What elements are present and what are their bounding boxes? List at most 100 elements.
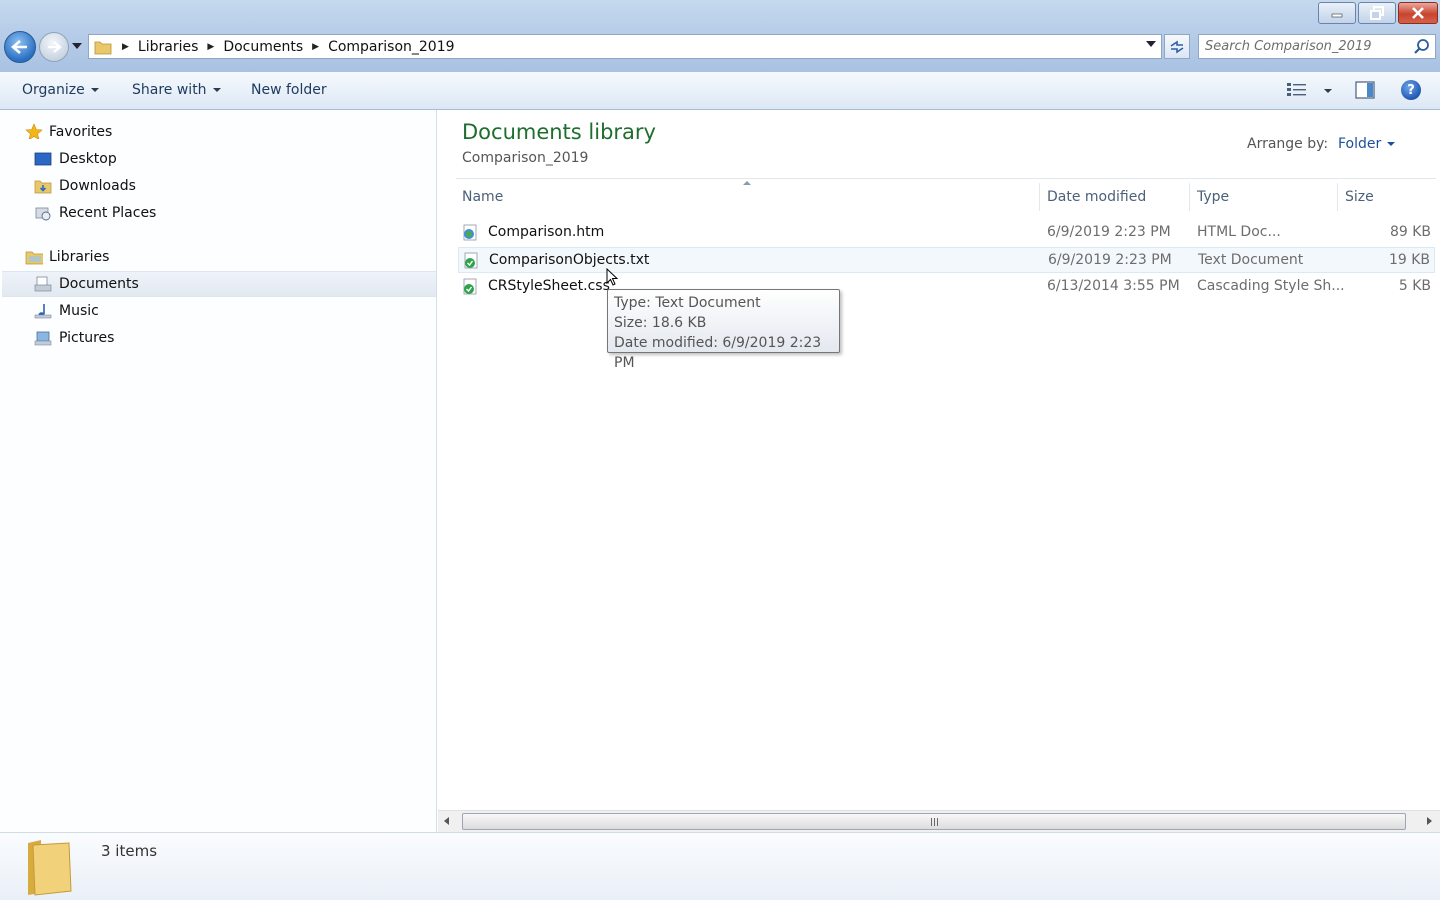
- file-type: Text Document: [1198, 252, 1304, 268]
- search-input[interactable]: [1205, 38, 1410, 55]
- organize-label: Organize: [22, 82, 85, 98]
- file-list-pane: Documents library Comparison_2019 Arrang…: [438, 110, 1440, 832]
- breadcrumb-documents[interactable]: Documents: [223, 39, 303, 55]
- favorites-star-icon: [25, 123, 43, 139]
- chevron-down-icon: [1387, 142, 1396, 146]
- html-file-icon: [463, 224, 477, 241]
- nav-music[interactable]: Music: [59, 299, 99, 323]
- grip-line: [933, 817, 935, 826]
- nav-documents[interactable]: Documents: [59, 272, 139, 296]
- mouse-cursor-icon: [606, 268, 619, 286]
- refresh-button[interactable]: [1164, 34, 1190, 59]
- scroll-left-arrow-icon[interactable]: [444, 817, 449, 825]
- file-date-modified: 6/9/2019 2:23 PM: [1048, 252, 1172, 268]
- minimize-button[interactable]: [1318, 2, 1356, 24]
- share-with-label: Share with: [132, 82, 207, 98]
- recent-places-icon: [35, 207, 51, 221]
- column-divider[interactable]: [1189, 183, 1190, 211]
- scrollbar-thumb[interactable]: [462, 813, 1406, 830]
- search-icon[interactable]: [1413, 38, 1430, 55]
- tooltip-type: Type: Text Document: [614, 295, 761, 311]
- css-file-icon: [463, 278, 477, 295]
- horizontal-scrollbar[interactable]: [438, 810, 1440, 832]
- details-view-icon: [1287, 83, 1306, 96]
- title-bar: ▶ Libraries ▶ Documents ▶ Comparison_201…: [0, 0, 1440, 72]
- file-row-hovered[interactable]: ComparisonObjects.txt 6/9/2019 2:23 PM T…: [458, 247, 1435, 273]
- item-count: 3 items: [101, 842, 158, 860]
- recent-locations-dropdown-icon[interactable]: [72, 43, 82, 49]
- folder-icon: [94, 41, 112, 54]
- libraries-icon: [25, 251, 43, 265]
- nav-pictures[interactable]: Pictures: [59, 326, 114, 350]
- preview-pane-icon[interactable]: [1355, 81, 1375, 99]
- back-button[interactable]: [4, 31, 36, 63]
- nav-downloads[interactable]: Downloads: [59, 174, 136, 198]
- share-with-button[interactable]: Share with: [132, 82, 221, 98]
- grip-line: [936, 817, 938, 826]
- file-type: HTML Doc...: [1197, 224, 1281, 240]
- desktop-icon: [34, 152, 52, 166]
- folder-icon: [28, 840, 72, 896]
- breadcrumb-separator-icon[interactable]: ▶: [122, 42, 129, 52]
- nav-favorites[interactable]: Favorites: [49, 120, 112, 144]
- navigation-pane: Favorites Desktop Downloads Recent Place…: [0, 110, 437, 832]
- tooltip-date-modified: Date modified: 6/9/2019 2:23 PM: [614, 335, 822, 371]
- library-title: Documents library: [462, 120, 656, 144]
- view-options-dropdown-icon[interactable]: [1324, 89, 1332, 93]
- file-info-tooltip: Type: Text Document Size: 18.6 KB Date m…: [607, 289, 840, 371]
- new-folder-button[interactable]: New folder: [251, 82, 327, 98]
- file-name: ComparisonObjects.txt: [489, 252, 650, 268]
- breadcrumb-separator-icon[interactable]: ▶: [207, 42, 214, 52]
- minimize-icon: [1331, 13, 1343, 18]
- search-box[interactable]: [1198, 34, 1436, 59]
- breadcrumb-separator-icon[interactable]: ▶: [312, 42, 319, 52]
- column-header-type[interactable]: Type: [1191, 179, 1336, 215]
- nav-recent-places[interactable]: Recent Places: [59, 201, 156, 225]
- change-view-button[interactable]: [1286, 81, 1308, 97]
- grip-line: [930, 817, 932, 826]
- downloads-folder-icon: [34, 180, 52, 194]
- file-type: Cascading Style Sh...: [1197, 278, 1345, 294]
- documents-library-icon: [34, 276, 52, 292]
- arrange-by-value: Folder: [1338, 136, 1382, 152]
- library-subtitle: Comparison_2019: [462, 150, 589, 166]
- column-divider[interactable]: [1039, 183, 1040, 211]
- column-header-name[interactable]: Name: [456, 179, 1036, 215]
- file-date-modified: 6/13/2014 3:55 PM: [1047, 278, 1180, 294]
- address-bar[interactable]: ▶ Libraries ▶ Documents ▶ Comparison_201…: [88, 34, 1162, 59]
- help-button[interactable]: ?: [1401, 80, 1421, 100]
- breadcrumb-comparison-2019[interactable]: Comparison_2019: [328, 39, 454, 55]
- column-header-size[interactable]: Size: [1339, 179, 1434, 215]
- restore-button[interactable]: [1358, 2, 1396, 24]
- arrange-by-label: Arrange by:: [1247, 136, 1329, 152]
- text-file-icon: [464, 252, 478, 269]
- close-icon: [1412, 7, 1424, 19]
- music-library-icon: [34, 304, 52, 319]
- nav-libraries[interactable]: Libraries: [49, 245, 109, 269]
- file-name: Comparison.htm: [488, 224, 605, 240]
- file-row[interactable]: Comparison.htm 6/9/2019 2:23 PM HTML Doc…: [458, 220, 1435, 246]
- arrange-by-dropdown[interactable]: Folder: [1338, 136, 1396, 152]
- status-bar: 3 items: [0, 832, 1440, 900]
- column-header-date-modified[interactable]: Date modified: [1041, 179, 1191, 215]
- file-size: 89 KB: [1389, 224, 1431, 240]
- file-size: 19 KB: [1388, 252, 1430, 268]
- file-date-modified: 6/9/2019 2:23 PM: [1047, 224, 1171, 240]
- breadcrumb-libraries[interactable]: Libraries: [138, 39, 198, 55]
- file-size: 5 KB: [1398, 278, 1431, 294]
- address-dropdown-icon[interactable]: [1146, 41, 1156, 47]
- refresh-icon: [1170, 40, 1184, 53]
- organize-button[interactable]: Organize: [22, 82, 99, 98]
- scroll-right-arrow-icon[interactable]: [1427, 817, 1432, 825]
- file-row[interactable]: CRStyleSheet.css 6/13/2014 3:55 PM Casca…: [458, 274, 1435, 300]
- file-name: CRStyleSheet.css: [488, 278, 610, 294]
- back-arrow-icon: [11, 40, 27, 54]
- column-divider[interactable]: [1337, 183, 1338, 211]
- command-bar: Organize Share with New folder: [0, 72, 1440, 110]
- restore-icon: [1370, 6, 1384, 20]
- forward-arrow-icon: [48, 41, 62, 53]
- close-button[interactable]: [1398, 2, 1438, 24]
- pictures-library-icon: [34, 331, 52, 346]
- nav-desktop[interactable]: Desktop: [59, 147, 117, 171]
- forward-button[interactable]: [39, 32, 69, 62]
